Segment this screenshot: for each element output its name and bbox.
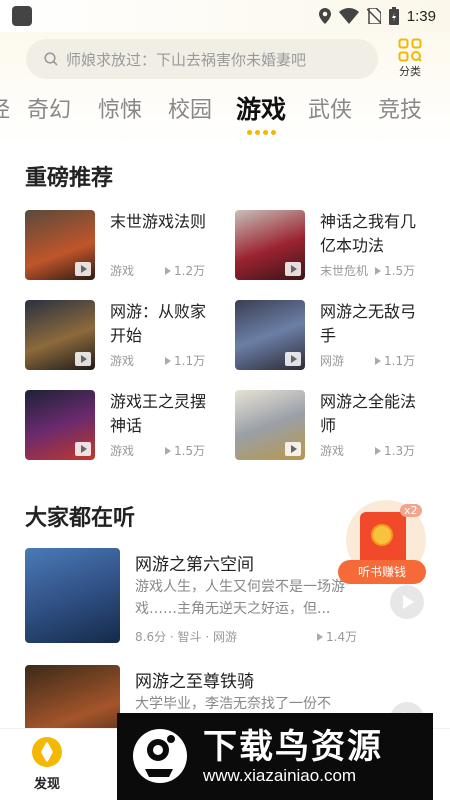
play-count-icon [165,356,171,365]
status-bar: 1:39 [0,0,450,32]
book-genre: 末世危机 [320,264,369,278]
status-time: 1:39 [406,7,436,25]
play-button[interactable] [390,585,424,619]
book-cover [235,210,305,280]
book-cover [25,300,95,370]
multiplier-badge: x2 [400,504,422,517]
book-genre: 游戏 [110,264,135,278]
nav-discover-label: 发现 [33,777,60,792]
book-plays: 1.3万 [375,442,415,459]
category-tabs: 经 奇幻 惊悚 校园 游戏 武侠 竞技 [0,92,450,142]
play-icon [285,352,301,366]
book-card[interactable]: 神话之我有几亿本功法 末世危机 1.5万 [235,210,435,282]
play-count-icon [375,356,381,365]
search-input[interactable]: 师娘求放过：下山去祸害你未婚妻吧 [26,39,378,79]
book-plays: 1.5万 [375,262,415,279]
book-card[interactable]: 末世游戏法则 游戏 1.2万 [25,210,225,282]
watermark-url: www.xiazainiao.com [203,766,357,785]
book-card[interactable]: 网游之全能法师 游戏 1.3万 [235,390,435,462]
book-title: 游戏王之灵摆神话 [110,392,207,435]
watermark: 下载鸟资源 www.xiazainiao.com [117,713,433,800]
play-count-icon [165,266,171,275]
book-description: 大学毕业，李浩无奈找了一份不 [135,696,331,712]
play-icon [285,442,301,456]
book-meta: 8.6分 · 智斗 · 网游 [135,630,237,644]
tab-fantasy[interactable]: 奇幻 [27,92,71,124]
reward-label: 听书赚钱 [338,560,426,584]
book-genre: 游戏 [110,444,135,458]
recommended-section-title: 重磅推荐 [25,166,114,191]
book-plays: 1.1万 [165,352,205,369]
book-card[interactable]: 网游：从败家开始 游戏 1.1万 [25,300,225,372]
battery-icon [388,7,399,25]
book-cover [25,548,120,643]
book-plays: 1.2万 [165,262,205,279]
book-cover [235,300,305,370]
tab-wuxia[interactable]: 武侠 [308,92,352,124]
book-title: 末世游戏法则 [110,212,207,231]
book-plays: 1.5万 [165,442,205,459]
play-icon [285,262,301,276]
tab-sports[interactable]: 竞技 [378,92,422,124]
status-icons: 1:39 [318,6,436,26]
category-label: 分类 [399,65,421,78]
watermark-logo [133,729,187,783]
book-card[interactable]: 网游之无敌弓手 网游 1.1万 [235,300,435,372]
book-title: 网游之无敌弓手 [320,302,417,345]
book-cover [235,390,305,460]
play-icon [75,352,91,366]
book-genre: 游戏 [110,354,135,368]
book-genre: 网游 [320,354,345,368]
coin-icon [371,524,393,546]
book-title: 网游之至尊铁骑 [135,672,254,692]
play-count-icon [375,266,381,275]
listen-earn-widget[interactable]: x2 听书赚钱 [338,500,428,590]
book-plays: 1.4万 [317,628,357,645]
tab-thriller[interactable]: 惊悚 [98,92,142,124]
compass-icon [32,737,62,767]
play-icon [75,442,91,456]
book-title: 网游之全能法师 [320,392,417,435]
book-title: 神话之我有几亿本功法 [320,212,417,255]
book-card[interactable]: 游戏王之灵摆神话 游戏 1.5万 [25,390,225,462]
play-count-icon [317,632,323,641]
tab-partial[interactable]: 经 [0,92,10,124]
tab-game[interactable]: 游戏 [236,90,286,126]
active-tab-indicator [247,130,276,135]
no-sim-icon [366,8,381,24]
book-title: 网游：从败家开始 [110,302,207,345]
search-icon [44,52,58,66]
tab-campus[interactable]: 校园 [168,92,212,124]
book-genre: 游戏 [320,444,345,458]
book-description: 游戏人生，人生又何尝不是一场游戏……主角无逆天之好运，但... [135,579,345,617]
app-notification-icon [12,6,32,26]
category-grid-icon [398,38,422,62]
listen-section-title: 大家都在听 [25,506,136,531]
book-cover [25,390,95,460]
location-icon [318,8,331,24]
book-cover [25,210,95,280]
category-button[interactable]: 分类 [393,38,427,79]
book-title: 网游之第六空间 [135,555,254,575]
play-count-icon [165,446,171,455]
book-plays: 1.1万 [375,352,415,369]
watermark-title: 下载鸟资源 [203,727,383,767]
nav-discover[interactable]: 发现 [22,737,72,792]
play-count-icon [375,446,381,455]
search-placeholder: 师娘求放过：下山去祸害你未婚妻吧 [66,50,307,69]
play-icon [75,262,91,276]
wifi-icon [338,8,359,24]
